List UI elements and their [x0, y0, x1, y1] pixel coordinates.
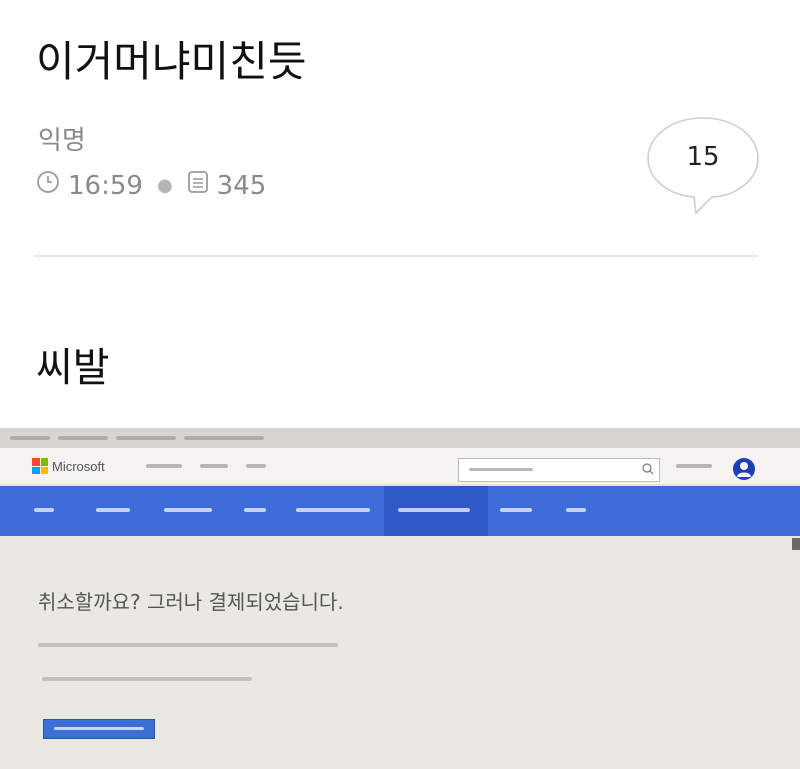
- account-menu: [676, 461, 712, 470]
- clock-icon: [36, 170, 60, 201]
- brand-name: Microsoft: [52, 458, 105, 474]
- avatar: [733, 458, 755, 480]
- document-icon: [187, 170, 209, 201]
- post-time: 16:59: [68, 170, 143, 201]
- view-count: 345: [216, 170, 267, 201]
- search-icon: [641, 461, 655, 480]
- windows-logo-icon: [32, 458, 48, 474]
- site-search: [458, 458, 660, 482]
- scrollbar-mark: [792, 538, 800, 550]
- bookmarks-bar: [0, 428, 800, 448]
- post-title: 이거머냐미친듯: [36, 37, 307, 86]
- post-image: Microsoft 취소할까요? 그러나 결제되었습니다.: [0, 428, 800, 769]
- post-meta: 16:59 ● 345: [36, 170, 266, 201]
- meta-separator: ●: [156, 175, 173, 196]
- user-icon: [737, 462, 751, 477]
- divider: [34, 255, 758, 257]
- cancel-heading: 취소할까요? 그러나 결제되었습니다.: [38, 590, 344, 614]
- account-nav-bar: [0, 486, 800, 536]
- comment-count-button[interactable]: 15: [646, 116, 760, 215]
- microsoft-logo: Microsoft: [32, 458, 105, 474]
- site-nav: [146, 464, 266, 468]
- comment-count: 15: [686, 142, 720, 172]
- author-name[interactable]: 익명: [38, 120, 86, 157]
- post-body: 씨발: [36, 345, 110, 391]
- return-to-subscription-button: [43, 719, 155, 739]
